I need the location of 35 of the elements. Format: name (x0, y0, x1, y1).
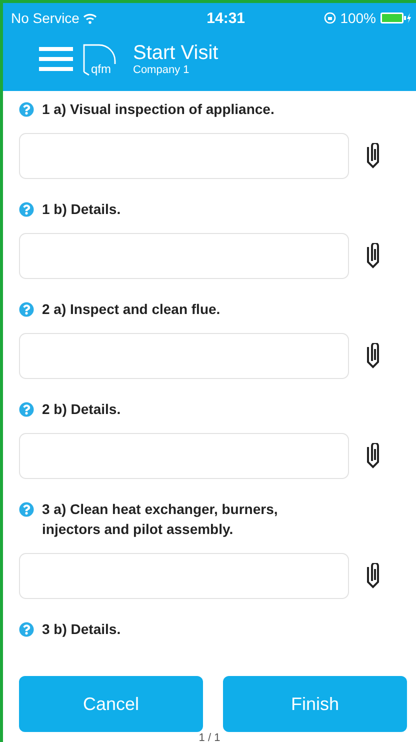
help-icon[interactable] (19, 402, 34, 417)
question-label: 1 b) Details. (42, 200, 121, 219)
help-icon[interactable] (19, 302, 34, 317)
paperclip-icon[interactable] (365, 143, 381, 169)
answer-field[interactable] (19, 233, 349, 279)
menu-icon[interactable] (39, 46, 73, 72)
wifi-icon (83, 12, 98, 24)
question-label: 2 b) Details. (42, 400, 121, 419)
paperclip-icon[interactable] (365, 443, 381, 469)
paperclip-icon[interactable] (365, 243, 381, 269)
paperclip-icon[interactable] (365, 343, 381, 369)
rotation-lock-icon (324, 12, 336, 24)
help-icon[interactable] (19, 202, 34, 217)
paperclip-icon[interactable] (365, 563, 381, 589)
question-label: 1 a) Visual inspection of appliance. (42, 100, 274, 119)
page-title: Start Visit (133, 42, 218, 64)
answer-field[interactable] (19, 433, 349, 479)
answer-field[interactable] (19, 333, 349, 379)
clock-text: 14:31 (206, 10, 246, 26)
question-label: 3 b) Details. (42, 620, 121, 639)
company-logo: qfm (81, 42, 119, 76)
question-label: 2 a) Inspect and clean flue. (42, 300, 220, 319)
answer-field[interactable] (19, 553, 349, 599)
question-label: 3 a) Clean heat exchanger, burners, injectors and pilot assembly. (42, 500, 279, 539)
cancel-button[interactable]: Cancel (19, 676, 203, 732)
company-subtitle: Company 1 (133, 64, 190, 76)
help-icon[interactable] (19, 102, 34, 117)
battery-percent-text: 100% (340, 10, 376, 26)
help-icon[interactable] (19, 622, 34, 637)
finish-button[interactable]: Finish (223, 676, 407, 732)
help-icon[interactable] (19, 502, 34, 517)
battery-charging-icon (380, 12, 412, 24)
page-indicator: 1 / 1 (198, 732, 222, 742)
answer-field[interactable] (19, 133, 349, 179)
carrier-text: No Service (11, 10, 80, 26)
